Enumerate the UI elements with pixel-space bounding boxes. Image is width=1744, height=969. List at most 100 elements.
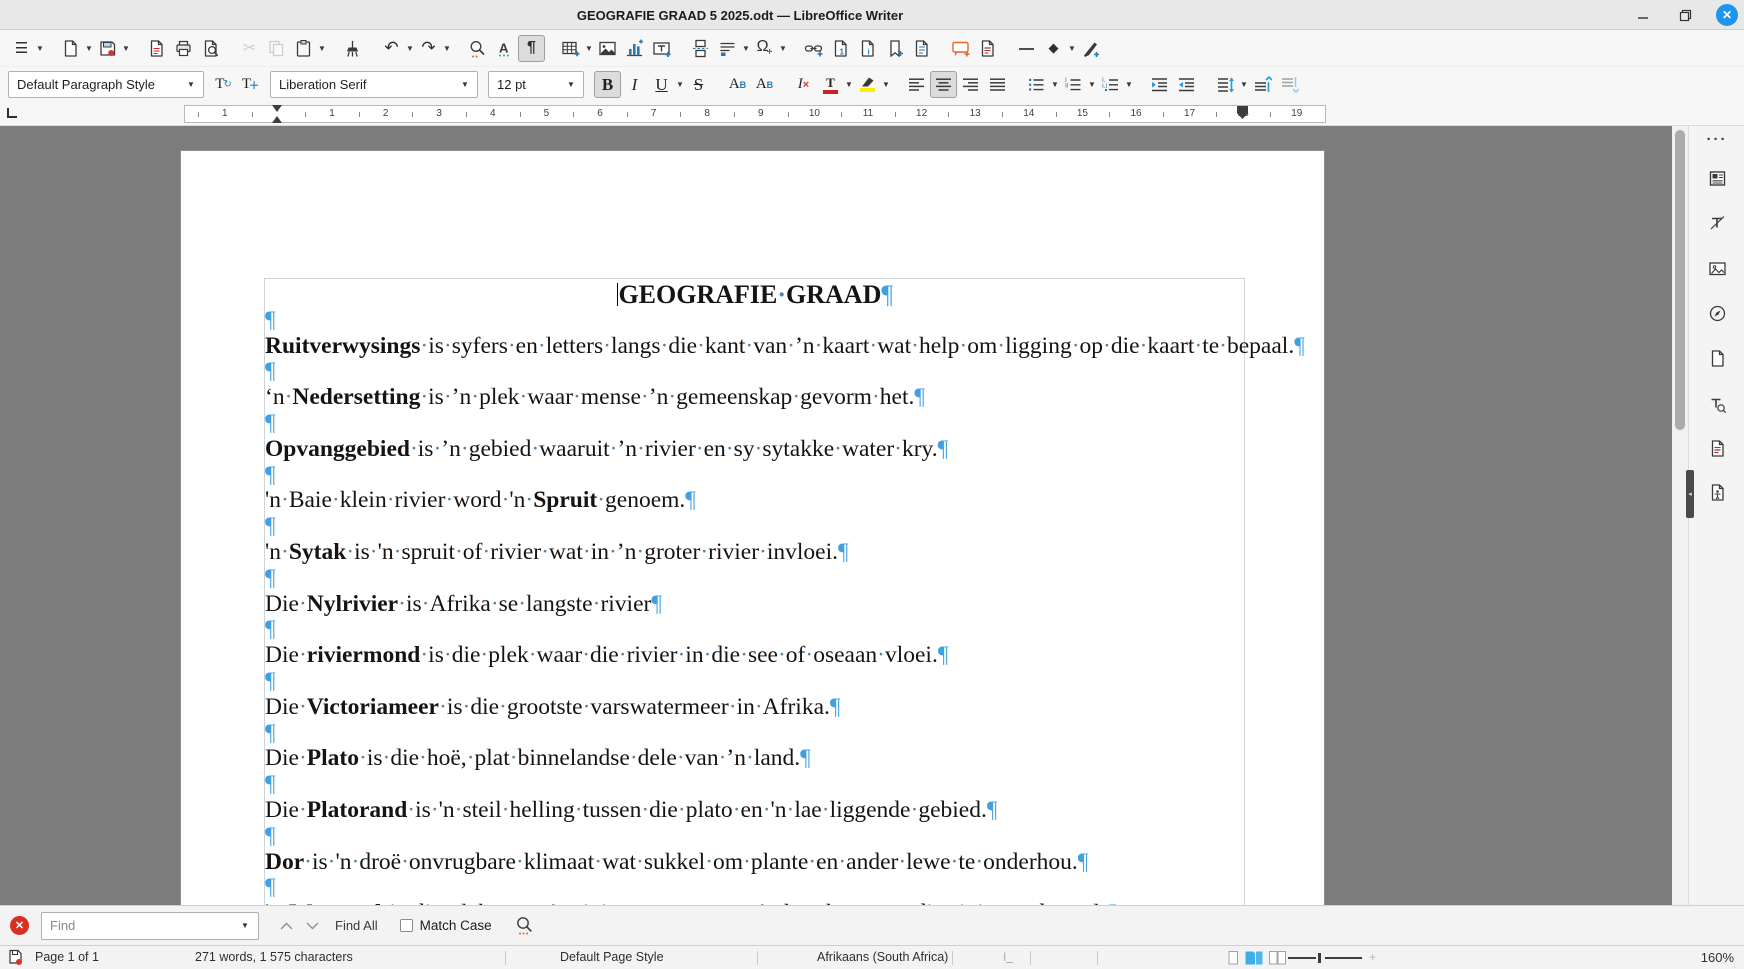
- find-next-button[interactable]: [299, 914, 325, 938]
- book-view-button[interactable]: [1268, 950, 1287, 966]
- document-paragraph[interactable]: 'n·Baie·klein·rivier·word·'n·Spruit·geno…: [265, 488, 1245, 514]
- paste-button[interactable]: [290, 35, 317, 62]
- align-left-button[interactable]: [903, 71, 930, 98]
- font-size-combobox[interactable]: 12 pt ▼: [488, 71, 584, 98]
- manage-changes-tab[interactable]: [1704, 435, 1730, 461]
- menu-dropdown[interactable]: ▼: [35, 35, 45, 62]
- sidebar-hide-handle[interactable]: ◂: [1686, 470, 1694, 518]
- zoom-slider-handle[interactable]: [1318, 953, 1321, 963]
- horizontal-ruler[interactable]: 112345678910111213141516171819: [0, 102, 1744, 126]
- save-status-icon[interactable]: [8, 949, 23, 966]
- empty-paragraph[interactable]: ¶: [265, 617, 1245, 643]
- export-pdf-button[interactable]: [143, 35, 170, 62]
- print-button[interactable]: [170, 35, 197, 62]
- align-center-button[interactable]: [930, 71, 957, 98]
- new-document-button[interactable]: [57, 35, 84, 62]
- font-name-combobox[interactable]: Liberation Serif ▼: [270, 71, 478, 98]
- styles-tab[interactable]: [1704, 209, 1730, 235]
- font-color-dropdown[interactable]: ▼: [844, 71, 854, 98]
- save-dropdown[interactable]: ▼: [121, 35, 131, 62]
- update-style-button[interactable]: T↻: [210, 71, 237, 98]
- underline-dropdown[interactable]: ▼: [675, 71, 685, 98]
- empty-paragraph[interactable]: ¶: [265, 463, 1245, 489]
- single-page-view-button[interactable]: [1226, 950, 1240, 966]
- find-previous-button[interactable]: [273, 914, 299, 938]
- first-line-indent-marker[interactable]: [272, 105, 282, 112]
- document-paragraph[interactable]: Die·Plato·is·die·hoë,·plat·binnelandse·d…: [265, 746, 1245, 772]
- empty-paragraph[interactable]: ¶: [265, 359, 1245, 385]
- document-paragraph[interactable]: 'n·Sytak·is·'n·spruit·of·rivier·wat·in·’…: [265, 540, 1245, 566]
- outline-list-dropdown[interactable]: ▼: [1124, 71, 1134, 98]
- redo-button[interactable]: ↷: [415, 35, 442, 62]
- insert-chart-button[interactable]: [621, 35, 648, 62]
- underline-button[interactable]: U: [648, 71, 675, 98]
- page-count[interactable]: Page 1 of 1: [35, 950, 99, 964]
- page-tab[interactable]: [1704, 345, 1730, 371]
- insert-comment-button[interactable]: [947, 35, 974, 62]
- horizontal-line-button[interactable]: [1013, 35, 1040, 62]
- document-paragraph[interactable]: Die·Platorand·is·'n·steil·helling·tussen…: [265, 798, 1245, 824]
- document-paragraph[interactable]: Die·riviermond·is·die·plek·waar·die·rivi…: [265, 643, 1245, 669]
- find-input[interactable]: [42, 918, 232, 933]
- clear-formatting-button[interactable]: I×: [790, 71, 817, 98]
- accessibility-check-tab[interactable]: [1704, 479, 1730, 505]
- ordered-list-button[interactable]: III: [1060, 71, 1087, 98]
- decrease-indent-button[interactable]: [1173, 71, 1200, 98]
- font-size-dropdown[interactable]: ▼: [559, 72, 583, 97]
- strikethrough-button[interactable]: S: [685, 71, 712, 98]
- insert-special-character-button[interactable]: Ω+: [751, 35, 778, 62]
- match-case-checkbox[interactable]: [400, 919, 413, 932]
- document-paragraph[interactable]: Opvanggebied·is·’n·gebied·waaruit·’n·riv…: [265, 437, 1245, 463]
- basic-shapes-dropdown[interactable]: ▼: [1067, 35, 1077, 62]
- document-paragraph[interactable]: Dor·is·'n·droë·onvrugbare·klimaat·wat·su…: [265, 850, 1245, 876]
- find-all-button[interactable]: Find All: [335, 918, 378, 933]
- print-preview-button[interactable]: [197, 35, 224, 62]
- document-paragraph[interactable]: 'n·Waterval·is·die·plek·waar·'n·rivier·s…: [265, 901, 1245, 905]
- tab-stop-selector-icon[interactable]: [7, 108, 17, 118]
- justify-button[interactable]: [984, 71, 1011, 98]
- font-name-dropdown[interactable]: ▼: [453, 72, 477, 97]
- insert-footnote-button[interactable]: 1: [827, 35, 854, 62]
- sidebar-settings-tab[interactable]: ···: [1704, 126, 1730, 152]
- gallery-tab[interactable]: [1704, 255, 1730, 281]
- empty-paragraph[interactable]: ¶: [265, 566, 1245, 592]
- empty-paragraph[interactable]: ¶: [265, 514, 1245, 540]
- new-style-button[interactable]: T＋: [237, 71, 264, 98]
- scrollbar-thumb[interactable]: [1675, 130, 1685, 430]
- find-history-dropdown[interactable]: ▼: [232, 913, 258, 939]
- insert-image-button[interactable]: [594, 35, 621, 62]
- undo-button[interactable]: ↶: [378, 35, 405, 62]
- document-title-paragraph[interactable]: GEOGRAFIE·GRAAD¶: [265, 282, 1245, 308]
- zoom-slider[interactable]: +: [1288, 946, 1362, 969]
- close-button[interactable]: ✕: [1716, 4, 1738, 26]
- insert-table-button[interactable]: [557, 35, 584, 62]
- document-paragraph[interactable]: ‘n·Nedersetting·is·’n·plek·waar·mense·’n…: [265, 385, 1245, 411]
- empty-paragraph[interactable]: ¶: [265, 772, 1245, 798]
- formatting-marks-button[interactable]: ¶: [518, 35, 545, 62]
- ordered-list-dropdown[interactable]: ▼: [1087, 71, 1097, 98]
- insert-page-break-button[interactable]: [687, 35, 714, 62]
- document-text[interactable]: GEOGRAFIE·GRAAD¶¶Ruitverwysings·is·syfer…: [265, 282, 1245, 905]
- align-right-button[interactable]: [957, 71, 984, 98]
- font-color-button[interactable]: T: [817, 71, 844, 98]
- find-and-replace-button[interactable]: [514, 915, 534, 936]
- insert-hyperlink-button[interactable]: [800, 35, 827, 62]
- highlight-color-dropdown[interactable]: ▼: [881, 71, 891, 98]
- word-count[interactable]: 271 words, 1 575 characters: [195, 950, 353, 964]
- document-page[interactable]: GEOGRAFIE·GRAAD¶¶Ruitverwysings·is·syfer…: [180, 150, 1325, 905]
- paragraph-style-combobox[interactable]: Default Paragraph Style ▼: [8, 71, 204, 98]
- document-paragraph[interactable]: Ruitverwysings·is·syfers·en·letters·lang…: [265, 334, 1245, 360]
- left-indent-marker[interactable]: [272, 116, 282, 123]
- selection-mode-icon[interactable]: I: [1003, 950, 1013, 964]
- unordered-list-dropdown[interactable]: ▼: [1050, 71, 1060, 98]
- paragraph-style-dropdown[interactable]: ▼: [179, 72, 203, 97]
- basic-shapes-button[interactable]: ◆: [1040, 35, 1067, 62]
- insert-endnote-button[interactable]: i: [854, 35, 881, 62]
- increase-paragraph-spacing-button[interactable]: [1249, 71, 1276, 98]
- superscript-button[interactable]: AB: [724, 71, 751, 98]
- properties-tab[interactable]: [1704, 165, 1730, 191]
- empty-paragraph[interactable]: ¶: [265, 411, 1245, 437]
- empty-paragraph[interactable]: ¶: [265, 721, 1245, 747]
- document-paragraph[interactable]: Die·Victoriameer·is·die·grootste·varswat…: [265, 695, 1245, 721]
- bold-button[interactable]: B: [594, 71, 621, 98]
